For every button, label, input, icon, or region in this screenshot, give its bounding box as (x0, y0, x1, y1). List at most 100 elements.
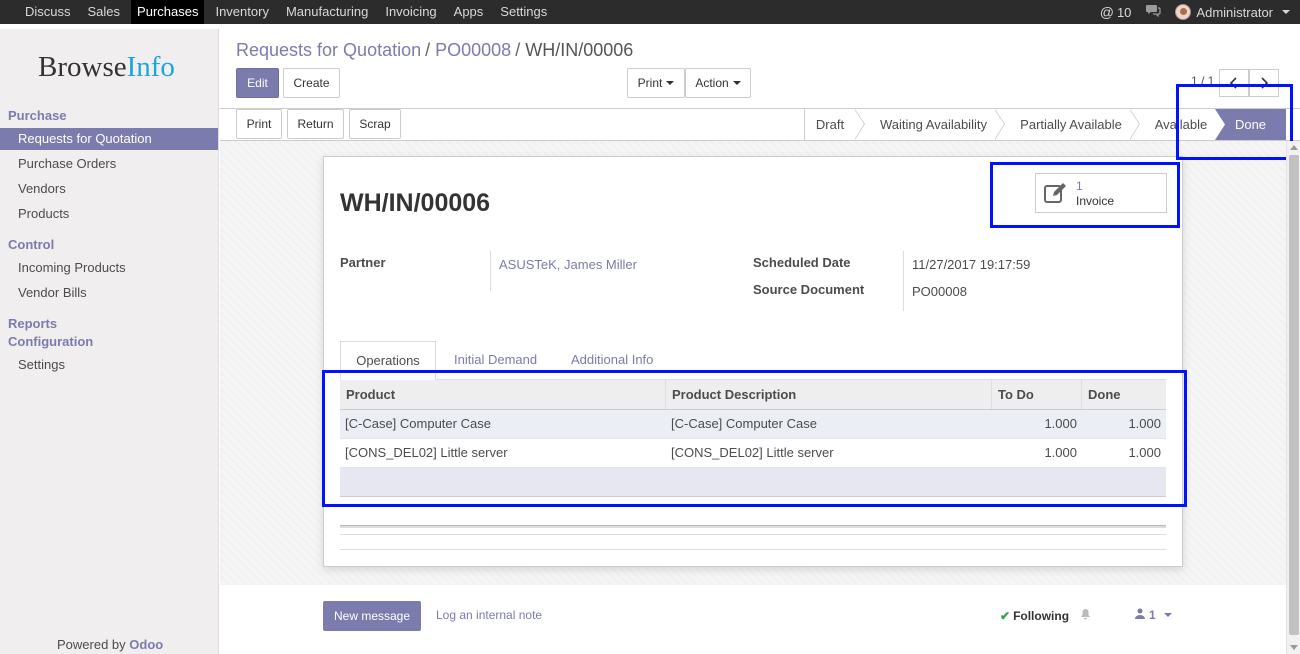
pager-value: 1 / 1 (1191, 74, 1215, 88)
status-partially-available[interactable]: Partially Available (1006, 109, 1136, 140)
menu-invoicing[interactable]: Invoicing (374, 0, 442, 24)
tab-additional-info[interactable]: Additional Info (571, 341, 653, 380)
cell-to-do: 1.000 (1044, 416, 1077, 431)
breadcrumb-rfq[interactable]: Requests for Quotation (236, 40, 421, 60)
table-row[interactable]: [CONS_DEL02] Little server [CONS_DEL02] … (340, 439, 1166, 468)
breadcrumb-separator: / (515, 40, 521, 60)
avatar (1175, 4, 1192, 20)
cell-done: 1.000 (1128, 445, 1161, 460)
menu-manufacturing[interactable]: Manufacturing (275, 0, 374, 24)
source-document-value: PO00008 (912, 284, 967, 299)
tab-operations[interactable]: Operations (340, 341, 436, 380)
main-menu: Discuss Sales Purchases Inventory Manufa… (0, 0, 553, 24)
followers-count: 1 (1149, 608, 1156, 622)
scrap-button[interactable]: Scrap (349, 109, 401, 139)
menu-sales[interactable]: Sales (77, 0, 127, 24)
sidebar-section-control: Control (8, 237, 55, 252)
sidebar-item-incoming-products[interactable]: Incoming Products (0, 257, 218, 279)
sidebar-item-vendors[interactable]: Vendors (0, 178, 218, 200)
menu-inventory[interactable]: Inventory (204, 0, 274, 24)
scrollbar-thumb[interactable] (1289, 155, 1299, 635)
status-draft[interactable]: Draft (805, 109, 855, 140)
partner-value[interactable]: ASUSTeK, James Miller (499, 257, 637, 272)
user-icon (1135, 608, 1145, 622)
sidebar: BrowseInfo Purchase Requests for Quotati… (0, 29, 219, 654)
following-button[interactable]: ✔ Following (1000, 608, 1091, 623)
scrollbar[interactable] (1286, 141, 1300, 654)
operations-table: Product Product Description To Do Done [… (340, 380, 1166, 497)
sidebar-item-rfq[interactable]: Requests for Quotation (0, 128, 218, 150)
field-divider (903, 251, 904, 311)
mentions-button[interactable]: @ 10 (1100, 4, 1132, 20)
log-note-link[interactable]: Log an internal note (436, 608, 542, 622)
pager-next-button[interactable] (1249, 69, 1279, 97)
action-dropdown[interactable]: Action (685, 68, 751, 98)
chevron-down-icon (1282, 10, 1290, 14)
sidebar-item-purchase-orders[interactable]: Purchase Orders (0, 153, 218, 175)
column-product[interactable]: Product (340, 380, 666, 409)
divider (340, 525, 1166, 528)
table-row[interactable]: [C-Case] Computer Case [C-Case] Computer… (340, 410, 1166, 439)
column-to-do[interactable]: To Do (992, 380, 1082, 409)
cell-description: [CONS_DEL02] Little server (671, 445, 834, 460)
menu-discuss[interactable]: Discuss (14, 0, 77, 24)
table-header: Product Product Description To Do Done (340, 380, 1166, 410)
chevron-down-icon (1163, 613, 1172, 617)
scheduled-date-label: Scheduled Date (753, 255, 851, 270)
cell-to-do: 1.000 (1044, 445, 1077, 460)
powered-by: Powered by Odoo (57, 637, 163, 652)
sidebar-section-reports[interactable]: Reports (8, 316, 57, 331)
page-title: WH/IN/00006 (340, 189, 491, 217)
status-waiting-availability[interactable]: Waiting Availability (866, 109, 1001, 140)
followers-button[interactable]: 1 (1135, 608, 1172, 622)
return-button[interactable]: Return (287, 109, 344, 139)
powered-by-text: Powered by (57, 637, 126, 652)
bell-icon[interactable] (1080, 608, 1091, 623)
column-product-description[interactable]: Product Description (666, 380, 992, 409)
pager-previous-button[interactable] (1219, 69, 1249, 97)
odoo-link[interactable]: Odoo (129, 637, 163, 652)
chevron-down-icon (666, 81, 675, 85)
sidebar-item-settings[interactable]: Settings (0, 354, 218, 376)
menu-purchases[interactable]: Purchases (131, 0, 205, 24)
divider (340, 549, 1166, 550)
at-icon: @ (1099, 4, 1114, 20)
user-menu[interactable]: Administrator (1175, 4, 1290, 20)
menu-settings[interactable]: Settings (489, 0, 553, 24)
logo-text-info: Info (126, 51, 175, 83)
sidebar-item-vendor-bills[interactable]: Vendor Bills (0, 282, 218, 304)
breadcrumb-current: WH/IN/00006 (525, 40, 634, 60)
systray: @ 10 Administrator (1100, 0, 1290, 24)
print-dropdown[interactable]: Print (627, 68, 685, 98)
scroll-down-icon[interactable] (1290, 645, 1298, 650)
scroll-up-icon[interactable] (1290, 145, 1298, 150)
partner-label: Partner (340, 255, 386, 270)
column-done[interactable]: Done (1082, 380, 1166, 409)
action-dropdown-label: Action (695, 76, 729, 90)
print-button[interactable]: Print (236, 109, 282, 139)
chevron-right-icon (1261, 77, 1268, 89)
cell-product: [C-Case] Computer Case (345, 416, 491, 431)
new-message-button[interactable]: New message (323, 601, 421, 631)
invoice-label: Invoice (1076, 194, 1115, 208)
logo-text-browse: Browse (38, 51, 127, 83)
tab-initial-demand[interactable]: Initial Demand (454, 341, 537, 380)
chat-icon[interactable] (1145, 4, 1162, 20)
sidebar-item-products[interactable]: Products (0, 203, 218, 225)
menu-apps[interactable]: Apps (443, 0, 490, 24)
cell-description: [C-Case] Computer Case (671, 416, 817, 431)
status-available[interactable]: Available (1141, 109, 1221, 140)
chevron-left-icon (1230, 77, 1237, 89)
breadcrumb: Requests for Quotation / PO00008/WH/IN/000… (236, 40, 633, 61)
create-button[interactable]: Create (283, 68, 340, 98)
browseinfo-logo: BrowseInfo (38, 51, 175, 84)
cell-product: [CONS_DEL02] Little server (345, 445, 508, 460)
invoice-smart-button[interactable]: 1 Invoice (1035, 173, 1167, 213)
field-divider (490, 251, 491, 291)
edit-button[interactable]: Edit (236, 68, 279, 98)
following-label: Following (1013, 608, 1070, 623)
sidebar-section-purchase: Purchase (8, 108, 67, 123)
status-done[interactable]: Done (1215, 109, 1286, 140)
scheduled-date-value: 11/27/2017 19:17:59 (912, 257, 1031, 272)
breadcrumb-po[interactable]: PO00008 (435, 40, 511, 60)
